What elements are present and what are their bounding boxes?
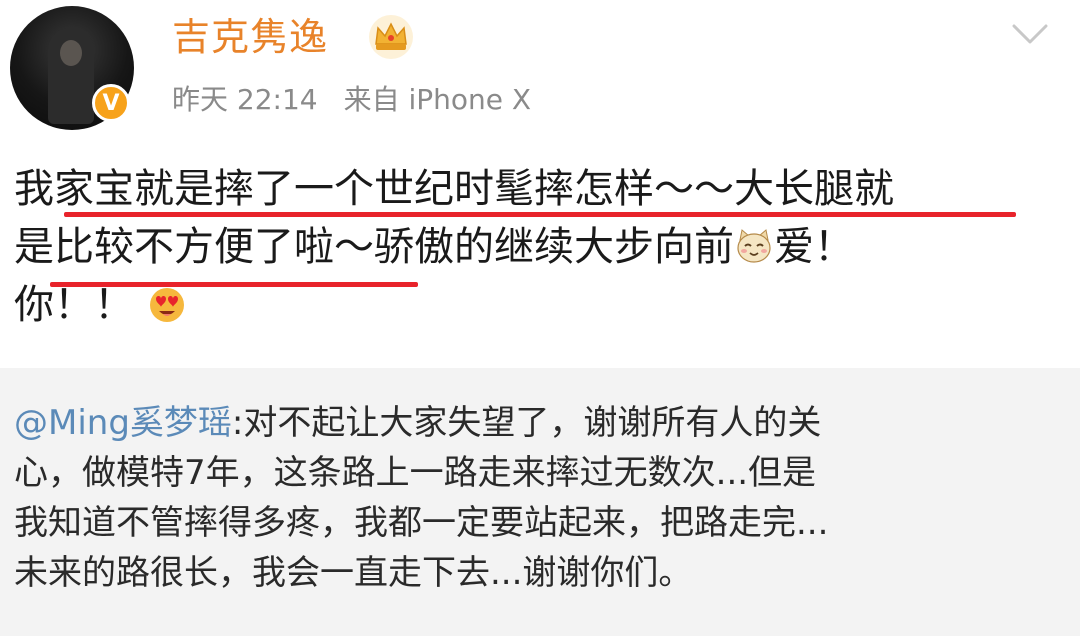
- repost-container[interactable]: @Ming奚梦瑶:对不起让大家失望了，谢谢所有人的关 心，做模特7年，这条路上一…: [0, 368, 1080, 636]
- post-line-text: 是比较不方便了啦～骄傲的继续大步向前: [14, 224, 734, 270]
- post-line-text: 你！！: [14, 282, 134, 328]
- chevron-down-icon[interactable]: [1010, 20, 1050, 48]
- post-line: 我家宝就是摔了一个世纪时髦摔怎样～～大长腿就: [14, 166, 894, 212]
- repost-line-text: :对不起让大家失望了，谢谢所有人的关: [231, 403, 822, 443]
- post-line: 是比较不方便了啦～骄傲的继续大步向前 爱！: [14, 218, 1074, 276]
- repost-line: @Ming奚梦瑶:对不起让大家失望了，谢谢所有人的关: [14, 398, 1064, 448]
- repost-line: 未来的路很长，我会一直走下去...谢谢你们。: [14, 553, 693, 593]
- highlight-underline-2: [50, 282, 418, 287]
- highlight-underline-1: [64, 212, 1016, 217]
- verified-v-icon: V: [92, 84, 130, 122]
- post-time: 昨天 22:14: [172, 83, 318, 116]
- username[interactable]: 吉克隽逸: [172, 14, 328, 60]
- post-text: 我家宝就是摔了一个世纪时髦摔怎样～～大长腿就 是比较不方便了啦～骄傲的继续大步向…: [14, 160, 1074, 334]
- repost-line: 心，做模特7年，这条路上一路走来摔过无数次...但是: [14, 453, 817, 493]
- post-meta: 昨天 22:14 来自 iPhone X: [172, 80, 531, 120]
- post-line-text-end: 爱！: [774, 224, 854, 270]
- crown-icon: [369, 15, 413, 59]
- repost-line: 我知道不管摔得多疼，我都一定要站起来，把路走完...: [14, 503, 829, 543]
- avatar-face: [60, 40, 82, 66]
- repost-text: @Ming奚梦瑶:对不起让大家失望了，谢谢所有人的关 心，做模特7年，这条路上一…: [14, 398, 1064, 598]
- post-source[interactable]: 来自 iPhone X: [344, 83, 532, 116]
- heart-eyes-emoji-icon: [149, 288, 184, 322]
- mention-link[interactable]: @Ming奚梦瑶: [14, 403, 232, 443]
- cat-emoji-icon: [737, 229, 771, 263]
